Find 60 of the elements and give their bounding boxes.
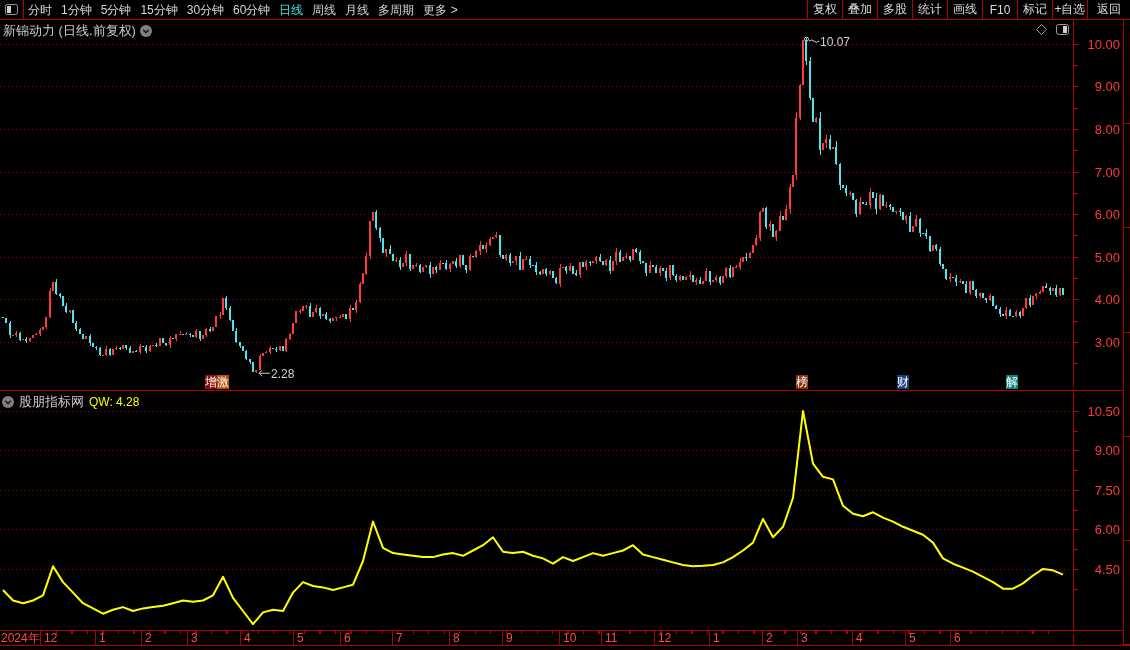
- period-tab[interactable]: 更多 >: [423, 0, 458, 19]
- low-price-label: 2.28: [271, 367, 295, 382]
- high-price-label: 10.07: [820, 35, 851, 50]
- axis-label: 3: [797, 631, 808, 645]
- period-tab[interactable]: 周线: [312, 0, 337, 19]
- axis-label: 10.00: [1087, 36, 1120, 52]
- event-tag[interactable]: 解: [1005, 375, 1018, 389]
- axis-label: 7: [392, 631, 403, 645]
- chevron-down-icon[interactable]: [2, 396, 14, 408]
- axis-label: 9: [502, 631, 513, 645]
- event-tag[interactable]: 榜: [796, 375, 808, 389]
- axis-label: 9.00: [1094, 79, 1120, 95]
- axis-label: 9.00: [1094, 443, 1120, 459]
- chevron-down-icon[interactable]: [139, 25, 152, 37]
- axis-label: 10: [559, 631, 577, 645]
- axis-label: 2024年: [1, 631, 40, 645]
- axis-label: 8: [449, 631, 460, 645]
- axis-label: 12: [654, 631, 672, 645]
- axis-label: 4.00: [1094, 292, 1120, 308]
- period-tab[interactable]: 日线: [279, 0, 304, 19]
- indicator-title: 股朋指标网: [19, 393, 84, 411]
- axis-label: 3.00: [1094, 334, 1120, 350]
- event-tag[interactable]: 增: [204, 375, 217, 389]
- panel-toggle-icon[interactable]: [1056, 24, 1069, 35]
- marker-icon: [804, 36, 820, 43]
- period-tab[interactable]: 1分钟: [61, 0, 92, 19]
- period-tab[interactable]: 5分钟: [100, 0, 132, 19]
- axis-label: 4: [852, 631, 863, 645]
- diamond-icon[interactable]: [1036, 24, 1047, 35]
- toolbar-button[interactable]: +自选: [1052, 0, 1087, 19]
- event-tag[interactable]: 财: [896, 375, 909, 389]
- axis-label: 4: [240, 631, 251, 645]
- axis-label: 10.50: [1087, 404, 1120, 419]
- axis-label: 2: [762, 631, 773, 645]
- period-tab[interactable]: 多周期: [378, 0, 415, 19]
- axis-label: 7.50: [1094, 482, 1120, 498]
- axis-label: 5: [293, 631, 304, 645]
- axis-label: 6: [340, 631, 351, 645]
- period-tab[interactable]: 月线: [345, 0, 370, 19]
- axis-label: 7.00: [1094, 164, 1120, 180]
- axis-label: 3: [187, 631, 198, 645]
- axis-label: 1: [95, 631, 106, 645]
- axis-label: 6.00: [1094, 207, 1120, 223]
- axis-label: 1: [709, 631, 720, 645]
- axis-label: 12: [40, 631, 58, 645]
- axis-label: 8.00: [1094, 122, 1120, 137]
- axis-label: 5: [905, 631, 916, 645]
- period-tab[interactable]: 30分钟: [186, 0, 225, 19]
- axis-label: 6: [950, 631, 961, 645]
- axis-label: 6.00: [1094, 522, 1120, 538]
- indicator-reading: QW: 4.28: [89, 395, 140, 409]
- axis-label: 4.50: [1094, 561, 1120, 577]
- axis-label: 2: [141, 631, 152, 645]
- period-tab[interactable]: 15分钟: [140, 0, 178, 19]
- axis-label: 11: [601, 631, 618, 645]
- chart-title: 新锦动力 (日线.前复权): [3, 22, 136, 40]
- period-tab[interactable]: 60分钟: [233, 0, 271, 19]
- axis-label: 5.00: [1094, 249, 1120, 265]
- arrow-icon: [258, 369, 271, 377]
- period-tab[interactable]: 分时: [28, 0, 52, 19]
